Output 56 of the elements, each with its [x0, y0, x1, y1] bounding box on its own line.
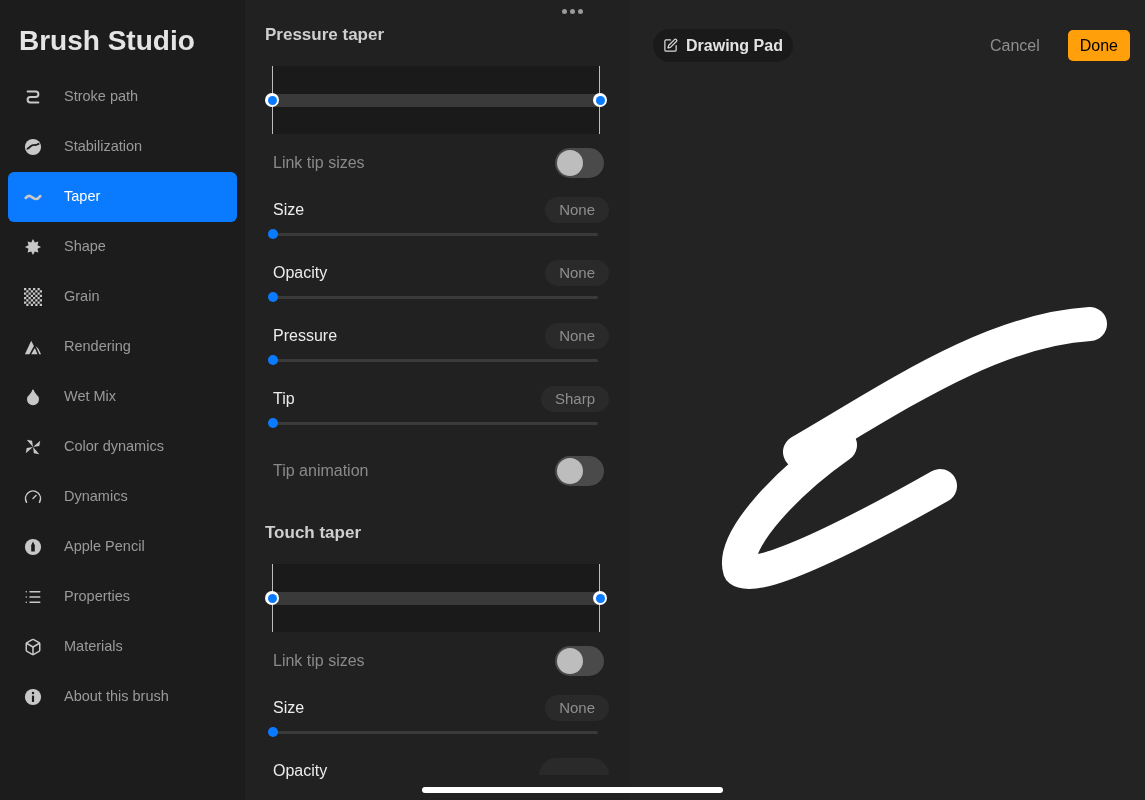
pinwheel-icon: [24, 438, 42, 456]
value-pill[interactable]: None: [545, 260, 609, 286]
more-icon[interactable]: [562, 9, 583, 14]
value-pill[interactable]: None: [545, 197, 609, 223]
sidebar-item[interactable]: Taper: [8, 172, 237, 222]
stabilization-icon: [24, 138, 42, 156]
slider-thumb[interactable]: [268, 417, 278, 428]
taper-handle[interactable]: [593, 93, 607, 107]
gauge-icon: [24, 488, 42, 506]
taper-handle[interactable]: [593, 591, 607, 605]
sidebar-title: Brush Studio: [18, 24, 196, 58]
done-button[interactable]: Done: [1067, 30, 1130, 61]
value-pill[interactable]: None: [545, 323, 609, 349]
slider-thumb[interactable]: [268, 354, 278, 365]
section-title: Pressure taper: [265, 26, 385, 43]
sidebar-item[interactable]: Color dynamics: [8, 422, 237, 472]
checker-icon: [24, 288, 42, 306]
setting-label: Link tip sizes: [273, 651, 365, 671]
cube-icon: [24, 638, 42, 656]
pencil-circle-icon: [24, 538, 42, 556]
setting-label: Tip animation: [273, 461, 369, 481]
setting-label: Link tip sizes: [273, 153, 365, 173]
sidebar-item[interactable]: Properties: [8, 572, 237, 622]
sidebar-item[interactable]: Stroke path: [8, 72, 237, 122]
edit-icon: [663, 38, 678, 53]
triangles-icon: [24, 338, 42, 356]
taper-handle[interactable]: [265, 591, 279, 605]
setting-label: Size: [273, 200, 305, 220]
setting-label: Tip: [273, 389, 295, 409]
setting-label: Opacity: [273, 761, 328, 781]
sidebar-item[interactable]: Grain: [8, 272, 237, 322]
list-icon: [24, 588, 42, 606]
sidebar-item[interactable]: Wet Mix: [8, 372, 237, 422]
slider-thumb[interactable]: [268, 726, 278, 737]
stroke-path-icon: [24, 88, 42, 106]
sidebar-item[interactable]: About this brush: [8, 672, 237, 722]
sidebar-item[interactable]: Materials: [8, 622, 237, 672]
sidebar-item[interactable]: Stabilization: [8, 122, 237, 172]
setting-label: Opacity: [273, 263, 328, 283]
cancel-button[interactable]: Cancel: [989, 33, 1040, 58]
sidebar-item[interactable]: Apple Pencil: [8, 522, 237, 572]
droplet-icon: [24, 388, 42, 406]
setting-label: Size: [273, 698, 305, 718]
sidebar-item[interactable]: Shape: [8, 222, 237, 272]
sidebar-item[interactable]: Rendering: [8, 322, 237, 372]
taper-handle[interactable]: [265, 93, 279, 107]
section-title: Touch taper: [265, 524, 362, 541]
burst-icon: [24, 238, 42, 256]
setting-label: Pressure: [273, 326, 338, 346]
value-pill[interactable]: None: [545, 695, 609, 721]
slider-thumb[interactable]: [268, 291, 278, 302]
slider-thumb[interactable]: [268, 228, 278, 239]
drawing-pad-title: Drawing Pad: [686, 35, 783, 56]
info-icon: [24, 688, 42, 706]
value-pill[interactable]: Sharp: [540, 386, 609, 412]
sidebar-item[interactable]: Dynamics: [8, 472, 237, 522]
